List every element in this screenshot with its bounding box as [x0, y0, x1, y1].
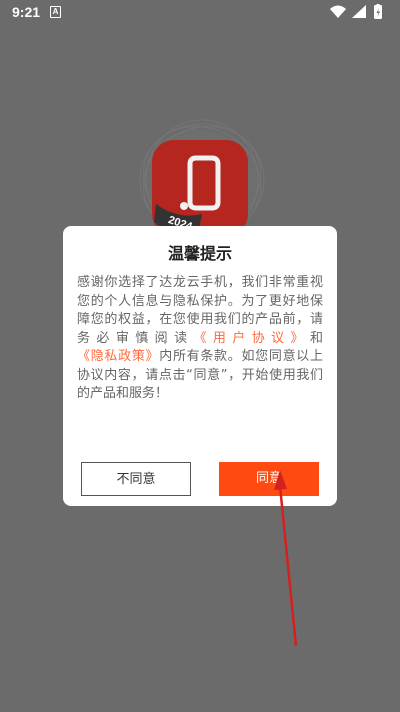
privacy-policy-link[interactable]: 《隐私政策》: [77, 349, 159, 364]
dialog-body-text-2: 和: [309, 330, 323, 346]
status-icons: [330, 4, 382, 19]
signal-icon: [352, 5, 366, 18]
notification-icon: A: [50, 6, 61, 18]
agree-button[interactable]: 同意: [219, 462, 319, 496]
dialog-body: 感谢你选择了达龙云手机，我们非常重视您的个人信息与隐私保护。为了更好地保障您的权…: [77, 274, 323, 404]
status-bar: 9:21 A: [0, 0, 400, 24]
wifi-icon: [330, 5, 346, 18]
screen: 9:21 A 2024 温馨提示 感谢你选择了达龙云手机，我们非常重视您的个人信…: [0, 0, 400, 712]
battery-icon: [374, 4, 382, 19]
user-agreement-link[interactable]: 《用户协议》: [193, 331, 309, 346]
disagree-button[interactable]: 不同意: [81, 462, 191, 496]
status-time: 9:21: [12, 4, 41, 20]
privacy-dialog: 温馨提示 感谢你选择了达龙云手机，我们非常重视您的个人信息与隐私保护。为了更好地…: [63, 226, 337, 506]
dialog-title: 温馨提示: [167, 244, 232, 263]
